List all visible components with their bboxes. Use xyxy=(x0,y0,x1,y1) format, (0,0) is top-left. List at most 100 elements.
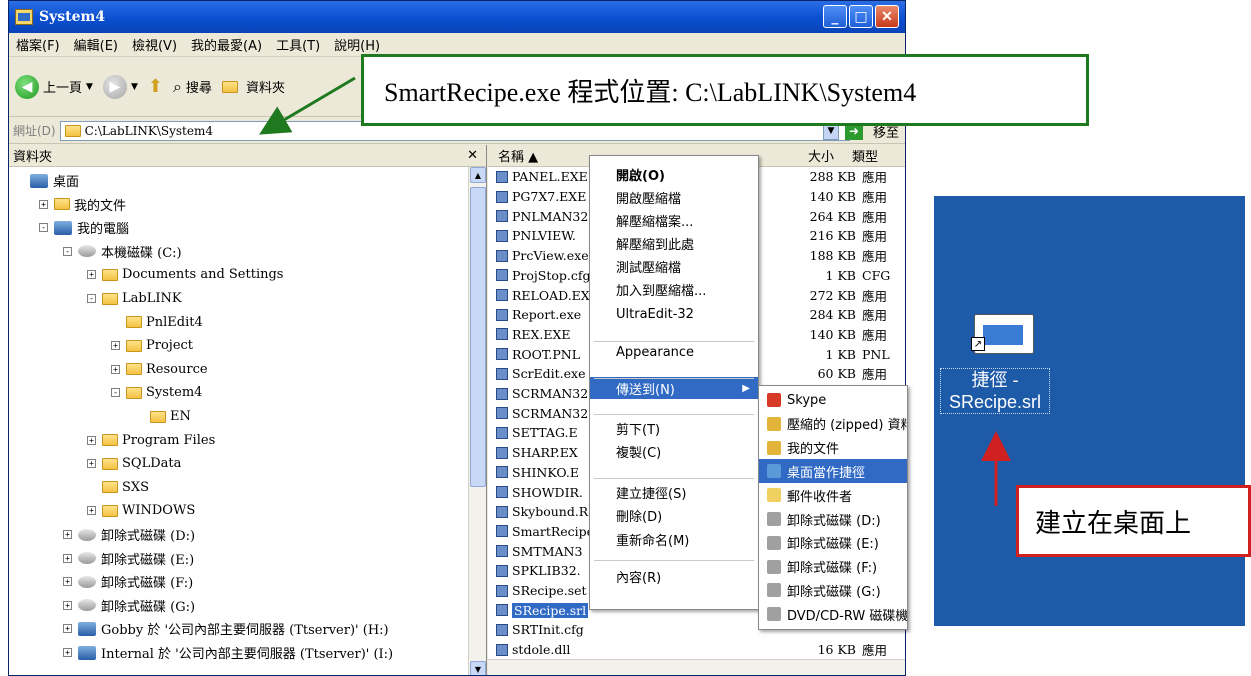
back-arrow-icon: ◀ xyxy=(15,74,39,99)
up-folder-button[interactable]: ⬆ xyxy=(148,76,163,97)
size-column-header[interactable]: 大小 xyxy=(808,146,834,165)
expand-icon[interactable]: + xyxy=(63,530,72,539)
context-menu-item[interactable]: 複製(C) xyxy=(590,440,758,462)
expand-icon[interactable]: + xyxy=(87,459,96,469)
collapse-icon[interactable]: - xyxy=(63,246,72,256)
title-bar[interactable]: System4 _ □ ✕ xyxy=(9,1,905,33)
context-menu-item[interactable]: 建立捷徑(S) xyxy=(590,481,758,503)
tree-item[interactable]: + Documents and Settings xyxy=(87,263,283,286)
send-to-item[interactable]: 卸除式磁碟 (G:) xyxy=(759,578,907,602)
expand-icon[interactable]: + xyxy=(111,364,120,374)
tree-item[interactable]: + WINDOWS xyxy=(87,499,195,522)
send-to-item[interactable]: 我的文件 xyxy=(759,436,907,460)
tree-item-label: 我的電腦 xyxy=(77,222,130,238)
tree-item[interactable]: - 我的電腦 xyxy=(39,216,129,239)
tree-item[interactable]: EN xyxy=(135,405,191,428)
send-to-item[interactable]: Skype xyxy=(759,388,907,412)
tree-item[interactable]: + Resource xyxy=(111,358,208,381)
expand-icon[interactable]: + xyxy=(87,506,96,516)
forward-button[interactable]: ▶ ▼ xyxy=(102,74,138,99)
context-menu-item[interactable]: 剪下(T) xyxy=(590,417,758,439)
tree-item[interactable]: + 卸除式磁碟 (F:) xyxy=(63,570,193,593)
collapse-icon[interactable]: - xyxy=(87,294,96,303)
folders-button[interactable]: 資料夾 xyxy=(221,77,285,96)
tree-item[interactable]: + Program Files xyxy=(87,429,215,452)
tree-item[interactable]: + SQLData xyxy=(87,452,181,475)
forward-arrow-icon: ▶ xyxy=(102,74,127,99)
context-menu-item[interactable]: 加入到壓縮檔... xyxy=(590,278,758,300)
tree-item[interactable]: + 卸除式磁碟 (D:) xyxy=(63,523,195,546)
tree-item[interactable]: - 本機磁碟 (C:) xyxy=(63,240,182,263)
send-to-item[interactable]: 桌面當作捷徑 xyxy=(759,459,907,484)
send-to-item[interactable]: 卸除式磁碟 (D:) xyxy=(759,507,907,531)
context-menu-item[interactable]: 刪除(D) xyxy=(590,504,758,526)
send-to-item[interactable]: 卸除式磁碟 (F:) xyxy=(759,555,907,579)
close-pane-icon[interactable]: ✕ xyxy=(467,148,478,163)
menu-edit[interactable]: 編輯(E) xyxy=(67,35,125,54)
send-to-item[interactable]: 壓縮的 (zipped) 資料夾 xyxy=(759,412,907,436)
send-to-item[interactable]: 卸除式磁碟 (E:) xyxy=(759,531,907,555)
close-button[interactable]: ✕ xyxy=(875,5,899,28)
tree-item[interactable]: + 卸除式磁碟 (E:) xyxy=(63,547,194,570)
tree-item[interactable]: + Project xyxy=(111,334,193,357)
tree-item-label: Project xyxy=(146,338,194,354)
horizontal-scrollbar[interactable] xyxy=(488,659,905,675)
file-name: ProjStop.cfg xyxy=(512,267,591,283)
context-menu-item[interactable]: 解壓縮檔案... xyxy=(590,209,758,231)
tree-item[interactable]: PnlEdit4 xyxy=(111,311,203,334)
folders-scrollbar[interactable]: ▲ ▼ xyxy=(468,167,486,675)
tree-item[interactable]: - LabLINK xyxy=(87,287,182,310)
expand-icon[interactable]: + xyxy=(63,577,72,587)
context-menu-item[interactable]: UltraEdit-32 xyxy=(590,303,758,325)
back-button[interactable]: ◀ 上一頁 ▼ xyxy=(15,74,93,99)
scroll-up-icon[interactable]: ▲ xyxy=(470,167,486,183)
context-menu-item[interactable]: 開啟(O) xyxy=(590,163,758,185)
menu-tools[interactable]: 工具(T) xyxy=(269,35,327,54)
tree-item[interactable]: + Internal 於 '公司內部主要伺服器 (Ttserver)' (I:) xyxy=(63,641,393,664)
expand-icon[interactable]: + xyxy=(87,435,96,445)
menu-help[interactable]: 說明(H) xyxy=(327,35,387,54)
context-menu-item-label: 傳送到(N) xyxy=(616,382,675,398)
file-name: SRTInit.cfg xyxy=(512,622,584,638)
menu-view[interactable]: 檢視(V) xyxy=(125,35,184,54)
send-to-item[interactable]: DVD/CD-RW 磁碟機 xyxy=(759,602,907,626)
expand-icon[interactable]: + xyxy=(63,600,72,610)
expand-icon[interactable]: + xyxy=(63,648,72,657)
tree-item[interactable]: - System4 xyxy=(111,381,202,404)
tree-item[interactable]: + Gobby 於 '公司內部主要伺服器 (Ttserver)' (H:) xyxy=(63,617,389,640)
context-menu-item[interactable]: Appearance xyxy=(590,341,758,363)
send-to-item[interactable]: 郵件收件者 xyxy=(759,483,907,507)
search-button[interactable]: ⌕ 搜尋 xyxy=(173,77,212,97)
collapse-icon[interactable]: - xyxy=(39,223,48,233)
address-value: C:\LabLINK\System4 xyxy=(84,123,213,138)
shortcut-file-icon[interactable]: ↗ xyxy=(971,314,1034,354)
context-menu-item[interactable]: 解壓縮到此處 xyxy=(590,232,758,254)
name-column-header[interactable]: 名稱 ▲ xyxy=(498,146,538,165)
tree-item[interactable]: + 我的文件 xyxy=(39,193,126,216)
context-menu-item[interactable]: 內容(R) xyxy=(590,565,758,587)
context-menu-item[interactable]: 傳送到(N) ▶ xyxy=(590,377,758,399)
tree-item-label: SXS xyxy=(122,479,150,495)
scroll-thumb[interactable] xyxy=(470,187,486,487)
file-row[interactable]: stdole.dll 16 KB 應用 xyxy=(488,642,888,658)
minimize-button[interactable]: _ xyxy=(823,5,847,28)
context-menu-item[interactable]: 重新命名(M) xyxy=(590,528,758,550)
collapse-icon[interactable]: - xyxy=(111,388,120,398)
context-menu-item[interactable]: 測試壓縮檔 xyxy=(590,255,758,277)
tree-item[interactable]: SXS xyxy=(87,476,149,499)
context-menu-item[interactable]: 開啟壓縮檔 xyxy=(590,186,758,208)
tree-item[interactable]: + 卸除式磁碟 (G:) xyxy=(63,594,195,617)
tree-item[interactable]: 桌面 xyxy=(15,169,79,192)
send-to-item-label: 我的文件 xyxy=(787,442,840,458)
type-column-header[interactable]: 類型 xyxy=(852,146,878,165)
desktop-shortcut-label[interactable]: 捷徑 - SRecipe.srl xyxy=(940,368,1050,414)
expand-icon[interactable]: + xyxy=(63,624,72,634)
expand-icon[interactable]: + xyxy=(39,199,48,209)
expand-icon[interactable]: + xyxy=(111,341,120,351)
expand-icon[interactable]: + xyxy=(63,553,72,563)
scroll-down-icon[interactable]: ▼ xyxy=(470,661,486,675)
menu-file[interactable]: 檔案(F) xyxy=(9,35,67,54)
expand-icon[interactable]: + xyxy=(87,270,96,280)
maximize-button[interactable]: □ xyxy=(849,5,873,28)
menu-favorites[interactable]: 我的最愛(A) xyxy=(184,35,269,54)
